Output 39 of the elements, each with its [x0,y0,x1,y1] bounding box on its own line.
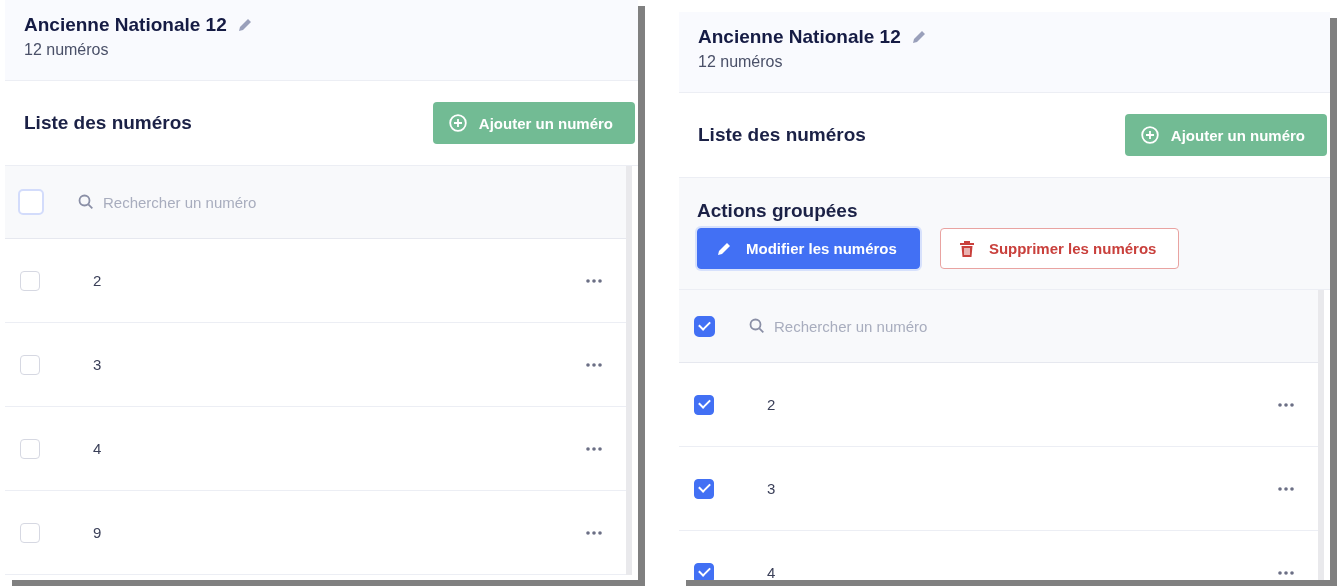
number-cell: 9 [93,524,102,541]
number-count: 12 numéros [24,41,110,59]
more-icon[interactable] [586,446,602,451]
checkbox[interactable] [694,315,715,337]
edit-numbers-button[interactable]: Modifier les numéros [697,228,920,269]
number-cell: 3 [93,356,102,373]
plus-circle-icon [1140,126,1159,144]
number-cell: 2 [93,272,102,289]
search-field[interactable]: Rechercher un numéro [103,193,257,211]
plus-circle-icon [448,114,467,132]
search-field[interactable]: Rechercher un numéro [774,317,928,335]
group-title: Ancienne Nationale 12 [698,26,901,48]
number-count: 12 numéros [698,53,784,71]
delete-numbers-button[interactable]: Supprimer les numéros [939,228,1180,269]
group-title: Ancienne Nationale 12 [24,14,227,36]
search-icon [78,194,94,210]
more-icon[interactable] [1278,402,1294,407]
trash-icon [958,239,975,258]
number-cell: 2 [767,396,776,413]
search-icon [749,318,765,334]
add-number-button[interactable]: Ajouter un numéro [432,102,635,144]
number-cell: 4 [767,564,776,580]
pencil-icon [716,240,732,257]
more-icon[interactable] [586,278,602,283]
add-number-button[interactable]: Ajouter un numéro [1124,114,1327,156]
more-icon[interactable] [1278,570,1294,575]
checkbox[interactable] [694,562,714,580]
list-title: Liste des numéros [698,124,866,146]
list-title: Liste des numéros [24,112,192,134]
more-icon[interactable] [586,530,602,535]
more-icon[interactable] [586,362,602,367]
number-cell: 4 [93,440,102,457]
pencil-icon [910,29,927,45]
section-title: Actions groupées [697,200,859,222]
more-icon[interactable] [1278,486,1294,491]
number-cell: 3 [767,480,776,497]
pencil-icon [236,17,253,33]
checkbox[interactable] [694,478,714,499]
checkbox[interactable] [694,394,714,415]
